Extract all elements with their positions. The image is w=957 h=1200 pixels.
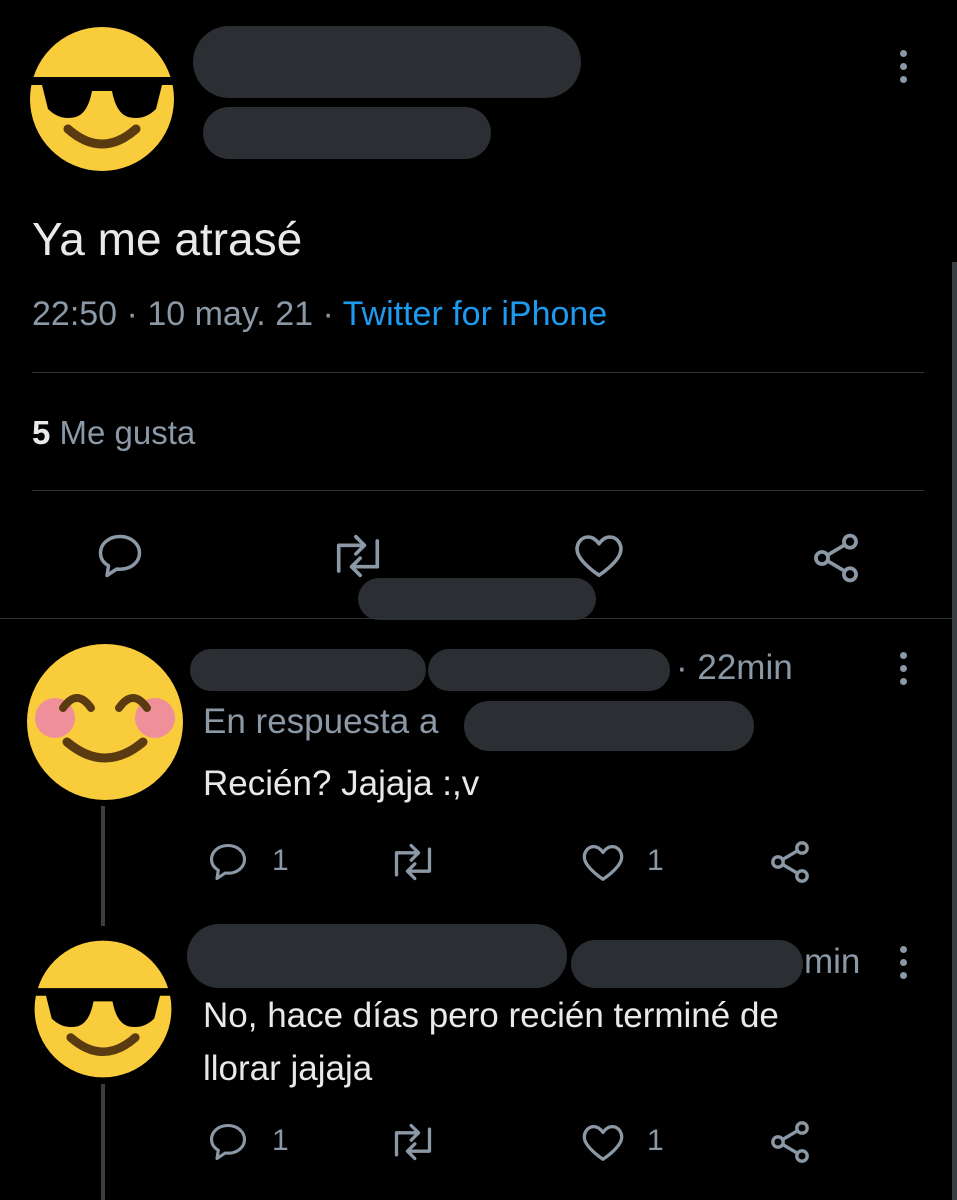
reply-time: · 22min [676,648,793,687]
reply-time: min [804,942,861,981]
author-avatar[interactable] [22,25,182,173]
reply-to-handle-redacted[interactable] [464,701,754,751]
reply-author-name-redacted[interactable] [190,649,426,691]
divider [32,372,924,373]
reply-count: 1 [272,1124,289,1157]
author-handle-redacted[interactable] [203,107,491,159]
thread-connector-line [101,1084,105,1200]
smiling-blush-emoji-icon [27,644,183,800]
likes-stat[interactable]: 5 Me gusta [32,414,195,452]
reply-author-handle-redacted[interactable] [428,649,670,691]
share-icon[interactable] [808,530,864,586]
reply-text-line-1: No, hace días pero recién terminé de [203,996,779,1035]
like-count: 1 [647,844,664,877]
redacted-overlay [358,578,596,620]
share-icon[interactable] [766,1118,814,1166]
reply-text-line-2: llorar jajaja [203,1049,373,1088]
like-icon[interactable] [580,1120,626,1164]
tweet-meta: 22:50 · 10 may. 21 · Twitter for iPhone [32,295,607,334]
retweet-icon[interactable] [387,840,439,884]
more-options-icon[interactable] [900,50,907,89]
reply-author-name-redacted[interactable] [187,924,567,988]
scrollbar[interactable] [952,262,957,1200]
share-icon[interactable] [766,838,814,886]
sunglasses-emoji-icon [34,940,172,1078]
like-icon[interactable] [580,840,626,884]
like-icon[interactable] [572,530,626,580]
more-options-icon[interactable] [900,946,907,985]
tweet-source-link[interactable]: Twitter for iPhone [343,295,608,333]
retweet-icon[interactable] [328,530,388,582]
divider [0,618,957,619]
reply-text: Recién? Jajaja :,v [203,764,480,803]
divider [32,490,924,491]
likes-label: Me gusta [59,414,196,451]
retweet-icon[interactable] [387,1120,439,1164]
tweet-date: 10 may. 21 [147,295,314,333]
author-display-name-redacted[interactable] [193,26,581,98]
reply-to-label: En respuesta a [203,702,439,741]
tweet-time: 22:50 [32,295,118,333]
reply-author-avatar[interactable] [27,938,179,1080]
likes-count: 5 [32,414,51,451]
reply-count: 1 [272,844,289,877]
meta-separator: · [126,295,138,333]
more-options-icon[interactable] [900,652,907,691]
thread-connector-line [101,806,105,926]
reply-author-handle-redacted[interactable] [571,940,803,988]
meta-separator: · [322,295,334,333]
reply-author-avatar[interactable] [25,642,185,802]
reply-icon[interactable] [206,1120,250,1164]
reply-icon[interactable] [94,530,146,582]
like-count: 1 [647,1124,664,1157]
sunglasses-emoji-icon [30,27,174,171]
tweet-text: Ya me atrasé [32,213,303,265]
reply-icon[interactable] [206,840,250,884]
